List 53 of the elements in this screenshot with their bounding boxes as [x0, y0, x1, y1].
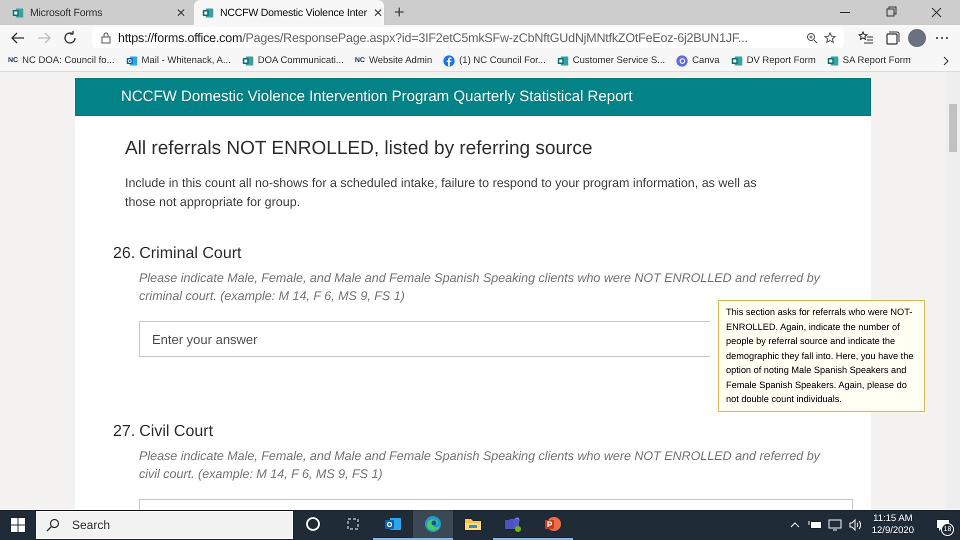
lock-icon — [100, 32, 112, 44]
taskbar-search-field[interactable]: Search — [36, 511, 293, 539]
tab-close-button[interactable]: ✕ — [176, 6, 186, 20]
star-icon[interactable] — [824, 32, 836, 44]
clock-date[interactable]: 12/9/2020 — [872, 525, 914, 537]
question-hint: Please indicate Male, Female, and Male and Female Spanish Speaking clients who were NOT ENROLLED and referred by civil court. (example: M 14, F 6, MS 9, FS 1) — [139, 448, 822, 483]
comment-tooltip: This section asks for referrals who were NOT-ENROLLED. Again, indicate the number of people by referral source and indicate the demographic they fall into. Here, you have the option of noting Male Spanish Speakers and Female Spanish Speakers. Again, please do not double count individuals. — [718, 300, 925, 412]
search-input[interactable]: Search — [70, 517, 234, 533]
edge-icon — [424, 515, 442, 533]
forms-icon — [242, 54, 254, 66]
bookmark-item[interactable]: SA Report Form — [826, 54, 911, 66]
browser-tab[interactable]: Microsoft Forms ✕ — [4, 0, 194, 25]
section-title: All referrals NOT ENROLLED, listed by referring source — [125, 138, 594, 160]
question-title: Criminal Court — [139, 245, 242, 263]
section-description: Include in this count all no-shows for a scheduled intake, failure to respond to your program information, as well as those not appropriate for group. — [125, 175, 758, 211]
bookmark-item[interactable]: Customer Service S... — [556, 54, 666, 66]
forms-icon — [826, 54, 839, 66]
forms-icon — [730, 54, 743, 66]
search-icon — [46, 518, 60, 532]
zoom-icon[interactable] — [806, 32, 818, 44]
profile-avatar[interactable] — [908, 28, 926, 46]
bookmark-item[interactable]: Mail - Whitenack, A... — [126, 54, 231, 66]
tab-close-button[interactable]: ✕ — [372, 6, 383, 20]
forms-icon — [202, 6, 214, 18]
canva-icon — [676, 54, 688, 66]
windows-logo-icon — [11, 518, 25, 532]
clock-time[interactable]: 11:15 AM — [873, 513, 913, 525]
scrollbar-thumb[interactable] — [949, 104, 957, 152]
bookmark-item[interactable]: DOA Communicati... — [242, 54, 344, 66]
volume-icon[interactable] — [848, 518, 862, 532]
form-header: NCCFW Domestic Violence Intervention Program Quarterly Statistical Report — [75, 78, 871, 116]
browser-tab[interactable]: NCCFW Domestic Violence Inter ✕ — [194, 0, 384, 25]
bookmark-item[interactable]: Canva — [676, 54, 720, 66]
address-bar[interactable]: https://forms.office.com/Pages/ResponsePage.aspx?id=3IF2etC5mkSFw-zCbNftGUdNjMNtfkZOtFeEoz-6j2BUN1JF... — [92, 27, 844, 48]
outlook-icon — [384, 515, 402, 533]
powerpoint-icon — [544, 515, 562, 533]
answer-field[interactable]: Enter your answer — [139, 321, 710, 357]
scrollbar[interactable] — [946, 72, 960, 510]
bookmark-item[interactable]: DV Report Form — [730, 54, 816, 66]
forms-icon — [556, 54, 569, 66]
bookmark-item[interactable]: (1) NC Council For... — [443, 54, 546, 66]
question-number: 26. — [113, 245, 136, 263]
teams-icon — [504, 515, 522, 533]
network-icon[interactable] — [828, 518, 842, 532]
forms-icon — [12, 6, 24, 18]
circle-icon — [304, 515, 322, 533]
mail-icon — [126, 54, 138, 66]
facebook-icon — [443, 54, 456, 66]
question-title: Civil Court — [139, 423, 214, 441]
question-number: 27. — [113, 423, 136, 441]
tab-title: NCCFW Domestic Violence Inter — [220, 6, 367, 18]
tab-title: Microsoft Forms — [30, 6, 104, 18]
new-tab-button[interactable]: + — [390, 2, 409, 23]
